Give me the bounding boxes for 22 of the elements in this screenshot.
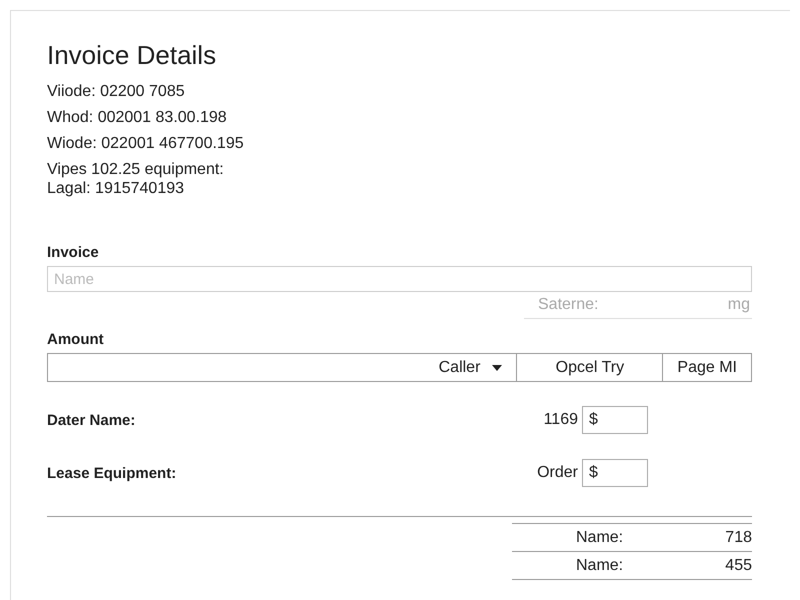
info-line: Lagal: 1915740193 (47, 180, 186, 198)
amount-field[interactable]: $ (582, 459, 648, 487)
info-line: Whod: 002001 83.00.198 (47, 108, 228, 128)
name-field[interactable]: Name (47, 266, 752, 292)
field-label: Dater Name: (47, 412, 136, 428)
info-line: Vipes 102.25 equipment: (47, 160, 225, 180)
section-label: Invoice (47, 244, 100, 262)
summary-label: Name: (576, 557, 624, 575)
summary-value: 718 (725, 529, 752, 547)
field-prefix: 1169 (544, 411, 578, 429)
summary-value: 455 (725, 557, 752, 575)
info-line: Wiode: 022001 467700.195 (47, 134, 245, 154)
summary-label: Name: (576, 529, 624, 547)
page-title: Invoice Details (47, 39, 218, 71)
amount-field[interactable]: $ (582, 406, 648, 434)
info-line: Viiode: 02200 7085 (47, 82, 186, 102)
unit-label: mg (728, 296, 750, 314)
field-label: Saterne: (538, 296, 598, 314)
caret-icon (492, 364, 502, 370)
field-label: Lease Equipment: (47, 464, 176, 482)
field-prefix: Order (537, 464, 578, 482)
section-label: Amount (47, 331, 105, 349)
